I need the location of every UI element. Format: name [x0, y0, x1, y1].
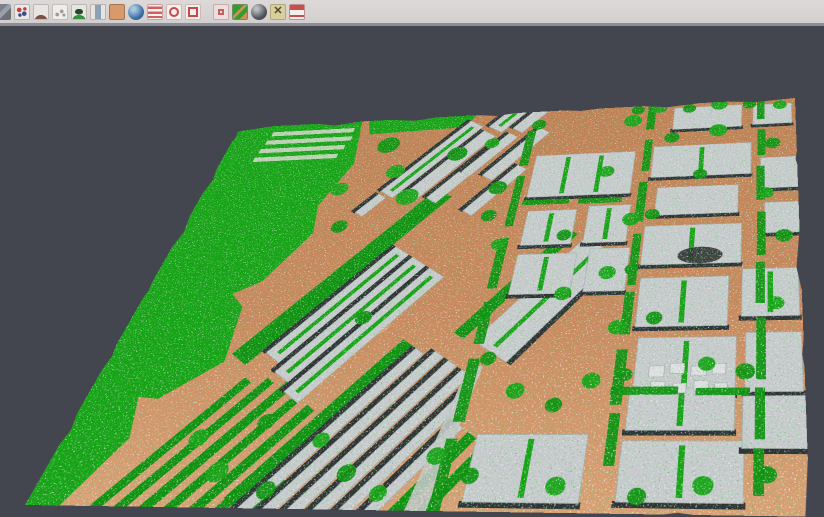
flag-red-icon[interactable]	[289, 4, 305, 20]
classified-map-icon[interactable]	[232, 4, 248, 20]
circle-select-icon[interactable]	[166, 4, 182, 20]
classify-points-icon[interactable]	[14, 4, 30, 20]
profile-view-icon[interactable]	[90, 4, 106, 20]
application-window: { "toolbar": { "icons": [ {"name": "poin…	[0, 0, 824, 517]
viewport-3d[interactable]	[0, 0, 824, 517]
layers-icon[interactable]	[147, 4, 163, 20]
globe-3d-icon[interactable]	[128, 4, 144, 20]
vegetation-model-icon[interactable]	[71, 4, 87, 20]
measure-icon[interactable]	[270, 4, 286, 20]
clip-region-icon[interactable]	[213, 4, 229, 20]
main-toolbar	[0, 0, 824, 26]
terrain-model[interactable]	[25, 98, 810, 517]
ground-points-icon[interactable]	[52, 4, 68, 20]
points-partial-icon[interactable]	[0, 4, 11, 20]
ortho-image-icon[interactable]	[109, 4, 125, 20]
terrain-model-icon[interactable]	[33, 4, 49, 20]
sphere-dark-icon[interactable]	[251, 4, 267, 20]
toolbar-separator	[201, 4, 210, 20]
rect-select-icon[interactable]	[185, 4, 201, 20]
classified-terrain-svg	[25, 98, 810, 517]
